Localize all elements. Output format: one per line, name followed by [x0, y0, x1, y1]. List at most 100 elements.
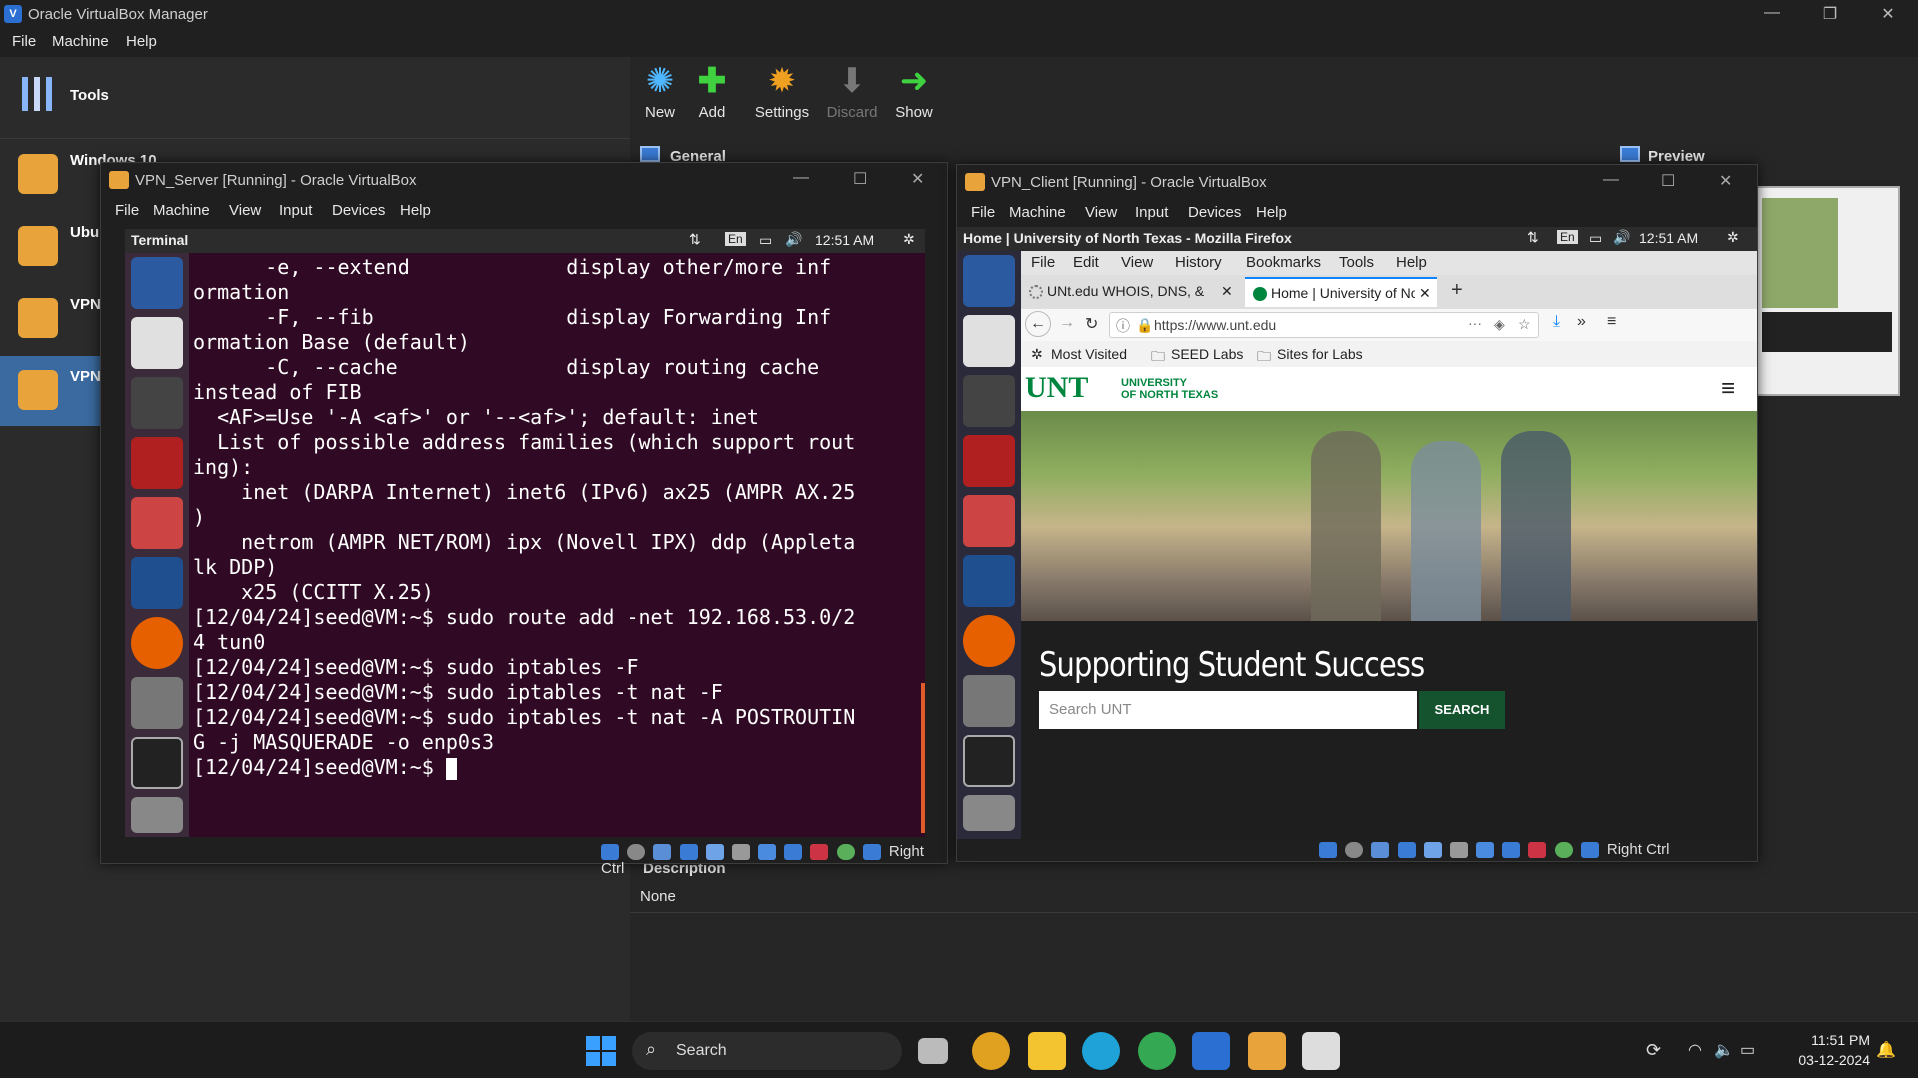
language-indicator[interactable]: En [1557, 230, 1578, 244]
guest-clock[interactable]: 12:51 AM [815, 232, 874, 248]
mouse-integration-icon[interactable] [836, 844, 855, 861]
archive-manager-icon[interactable] [131, 497, 183, 549]
url-text[interactable]: https://www.unt.edu [1154, 317, 1276, 333]
system-settings-icon[interactable] [131, 257, 183, 309]
tools-item[interactable]: Tools [0, 57, 630, 139]
system-settings-icon[interactable] [963, 255, 1015, 307]
firefox-icon[interactable] [963, 615, 1015, 667]
close-tab-icon[interactable]: ✕ [1415, 285, 1431, 302]
menu-devices[interactable]: Devices [332, 202, 385, 219]
terminal-output[interactable]: -e, --extend display other/more inf ormat… [189, 253, 925, 837]
bookmark-most-visited[interactable]: Most Visited [1051, 346, 1127, 362]
discard-button[interactable]: ⬇ Discard [824, 62, 880, 121]
battery-icon[interactable]: ▭ [759, 232, 772, 249]
vm-taskbar-icon[interactable] [1248, 1032, 1286, 1070]
menu-help[interactable]: Help [400, 202, 431, 219]
usb-icon[interactable] [1423, 842, 1442, 859]
menu-help[interactable]: Help [1256, 204, 1287, 221]
taskbar-search-box[interactable]: ⌕ Search [632, 1032, 902, 1070]
close-icon[interactable]: ✕ [1719, 171, 1732, 191]
page-actions-icon[interactable]: ··· [1468, 315, 1482, 331]
volume-icon[interactable]: 🔊 [1613, 229, 1630, 246]
battery-icon[interactable]: ▭ [1740, 1040, 1755, 1060]
tab-unt-home[interactable]: Home | University of No ✕ [1245, 277, 1437, 307]
unt-search-input[interactable]: Search UNT [1039, 691, 1417, 729]
guest-clock[interactable]: 12:51 AM [1639, 230, 1698, 246]
menu-file[interactable]: File [971, 204, 995, 221]
info-icon[interactable]: ⓘ [1116, 316, 1130, 336]
minimize-icon[interactable]: — [1603, 171, 1619, 189]
terminal-scrollbar[interactable] [921, 683, 925, 833]
optical-icon[interactable] [1345, 842, 1364, 859]
wireshark-red-icon[interactable] [963, 435, 1015, 487]
back-icon[interactable]: ← [1025, 311, 1051, 337]
host-key-arrow-icon[interactable] [1580, 842, 1599, 859]
url-bar[interactable]: ⓘ 🔒 https://www.unt.edu ··· ◈ ☆ [1109, 312, 1539, 338]
show-button[interactable]: ➜ Show [886, 62, 942, 121]
network-arrows-icon[interactable]: ⇅ [1527, 229, 1539, 246]
menu-file[interactable]: File [12, 33, 36, 50]
ff-menu-history[interactable]: History [1175, 254, 1222, 271]
cpu-icon[interactable] [1528, 842, 1547, 859]
menu-view[interactable]: View [1085, 204, 1117, 221]
tools-wrench-icon[interactable] [131, 677, 183, 729]
display-icon[interactable] [1476, 842, 1495, 859]
wireshark-red-icon[interactable] [131, 437, 183, 489]
virtualbox-taskbar-icon[interactable] [1192, 1032, 1230, 1070]
menu-view[interactable]: View [229, 202, 261, 219]
pocket-icon[interactable]: ◈ [1494, 316, 1505, 333]
chrome-icon[interactable] [972, 1032, 1010, 1070]
hamburger-menu-icon[interactable]: ≡ [1607, 313, 1616, 331]
bookmark-sites-for-labs[interactable]: Sites for Labs [1277, 346, 1363, 362]
firefox-icon[interactable] [131, 617, 183, 669]
maximize-icon[interactable]: ☐ [853, 169, 867, 189]
hdd-icon[interactable] [601, 844, 619, 861]
audio-icon[interactable] [1371, 842, 1390, 859]
restore-icon[interactable]: ❐ [1810, 4, 1850, 24]
bookmark-seed-labs[interactable]: SEED Labs [1171, 346, 1243, 362]
language-indicator[interactable]: En [725, 232, 746, 246]
taskbar-date[interactable]: 03-12-2024 [1790, 1052, 1870, 1068]
shared-folder-icon[interactable] [1449, 842, 1468, 859]
trash-icon[interactable] [131, 797, 183, 833]
forward-icon[interactable]: → [1059, 314, 1075, 332]
ff-menu-file[interactable]: File [1031, 254, 1055, 271]
chrome-profile-icon[interactable] [1138, 1032, 1176, 1070]
sync-icon[interactable]: ⟳ [1646, 1040, 1661, 1061]
trash-icon[interactable] [963, 795, 1015, 831]
task-view-icon[interactable] [918, 1038, 948, 1064]
network-arrows-icon[interactable]: ⇅ [689, 231, 701, 248]
file-explorer-icon[interactable] [1028, 1032, 1066, 1070]
snipping-tool-icon[interactable] [1302, 1032, 1340, 1070]
taskbar-time[interactable]: 11:51 PM [1790, 1032, 1870, 1048]
unt-search-button[interactable]: SEARCH [1419, 691, 1505, 729]
recording-icon[interactable] [784, 844, 803, 861]
hdd-icon[interactable] [1319, 842, 1337, 859]
optical-icon[interactable] [627, 844, 646, 861]
ff-menu-tools[interactable]: Tools [1339, 254, 1374, 271]
menu-input[interactable]: Input [279, 202, 312, 219]
usb-icon[interactable] [705, 844, 724, 861]
audio-icon[interactable] [653, 844, 672, 861]
tab-whois[interactable]: UNt.edu WHOIS, DNS, & ✕ [1021, 277, 1243, 307]
close-icon[interactable]: ✕ [911, 169, 924, 189]
network-icon[interactable] [679, 844, 698, 861]
menu-machine[interactable]: Machine [52, 33, 109, 50]
battery-icon[interactable]: ▭ [1589, 230, 1602, 247]
shared-folder-icon[interactable] [731, 844, 750, 861]
minimize-icon[interactable]: — [1752, 4, 1792, 22]
menu-machine[interactable]: Machine [1009, 204, 1066, 221]
edge-icon[interactable] [1082, 1032, 1120, 1070]
wifi-icon[interactable]: ◠ [1688, 1040, 1702, 1060]
ff-menu-help[interactable]: Help [1396, 254, 1427, 271]
wireshark-icon[interactable] [963, 555, 1015, 607]
text-editor-icon[interactable] [131, 317, 183, 369]
volume-icon[interactable]: 🔈 [1714, 1040, 1734, 1060]
add-button[interactable]: ✚ Add [684, 62, 740, 121]
menu-input[interactable]: Input [1135, 204, 1168, 221]
settings-gear-icon[interactable]: ✲ [903, 231, 915, 248]
close-tab-icon[interactable]: ✕ [1221, 283, 1233, 300]
site-menu-icon[interactable]: ≡ [1721, 375, 1735, 403]
recording-icon[interactable] [1502, 842, 1521, 859]
host-key-arrow-icon[interactable] [862, 844, 881, 861]
